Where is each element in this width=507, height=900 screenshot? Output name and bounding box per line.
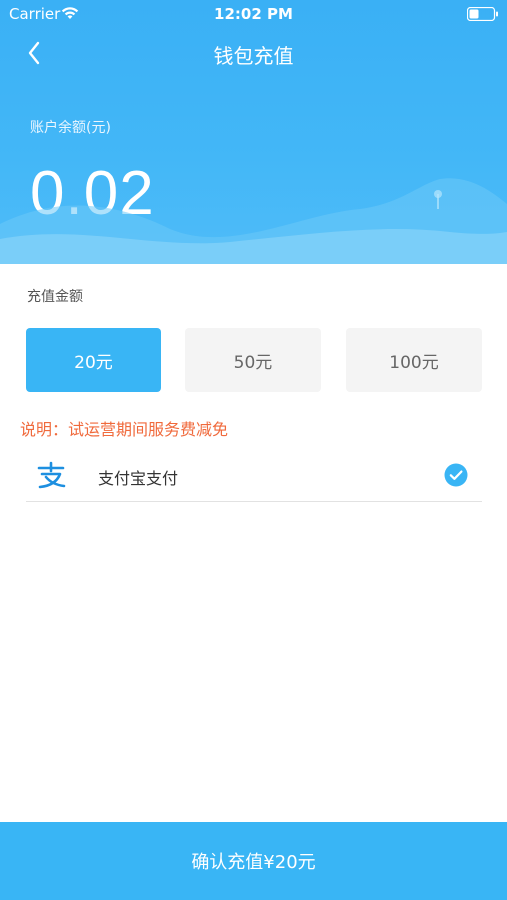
amount-option-100[interactable]: 100元 <box>346 328 482 392</box>
recharge-panel: 充值金额 20元 50元 100元 说明：试运营期间服务费减免 支付宝支付 <box>0 264 507 822</box>
payment-method-label: 支付宝支付 <box>98 469 179 488</box>
wallet-recharge-screen: Carrier 12:02 PM 钱包充值 账户余额(元) 0.02 充值金额 … <box>0 0 507 900</box>
amount-option-50[interactable]: 50元 <box>185 328 321 392</box>
balance-label: 账户余额(元) <box>30 120 111 136</box>
alipay-icon <box>37 461 66 489</box>
service-fee-notice: 说明：试运营期间服务费减免 <box>20 420 229 439</box>
navigation-bar: 钱包充值 <box>0 28 507 78</box>
check-circle-icon <box>444 463 468 487</box>
amount-section-label: 充值金额 <box>27 289 83 305</box>
page-title: 钱包充值 <box>213 44 294 68</box>
balance-header: Carrier 12:02 PM 钱包充值 账户余额(元) 0.02 <box>0 0 507 264</box>
payment-method-alipay[interactable]: 支付宝支付 <box>26 448 482 502</box>
battery-icon <box>467 7 498 21</box>
amount-option-20[interactable]: 20元 <box>26 328 161 392</box>
status-bar: Carrier 12:02 PM <box>0 0 507 28</box>
hills-decoration <box>0 178 507 264</box>
confirm-recharge-button[interactable]: 确认充值¥20元 <box>0 822 507 900</box>
status-time: 12:02 PM <box>214 5 293 23</box>
